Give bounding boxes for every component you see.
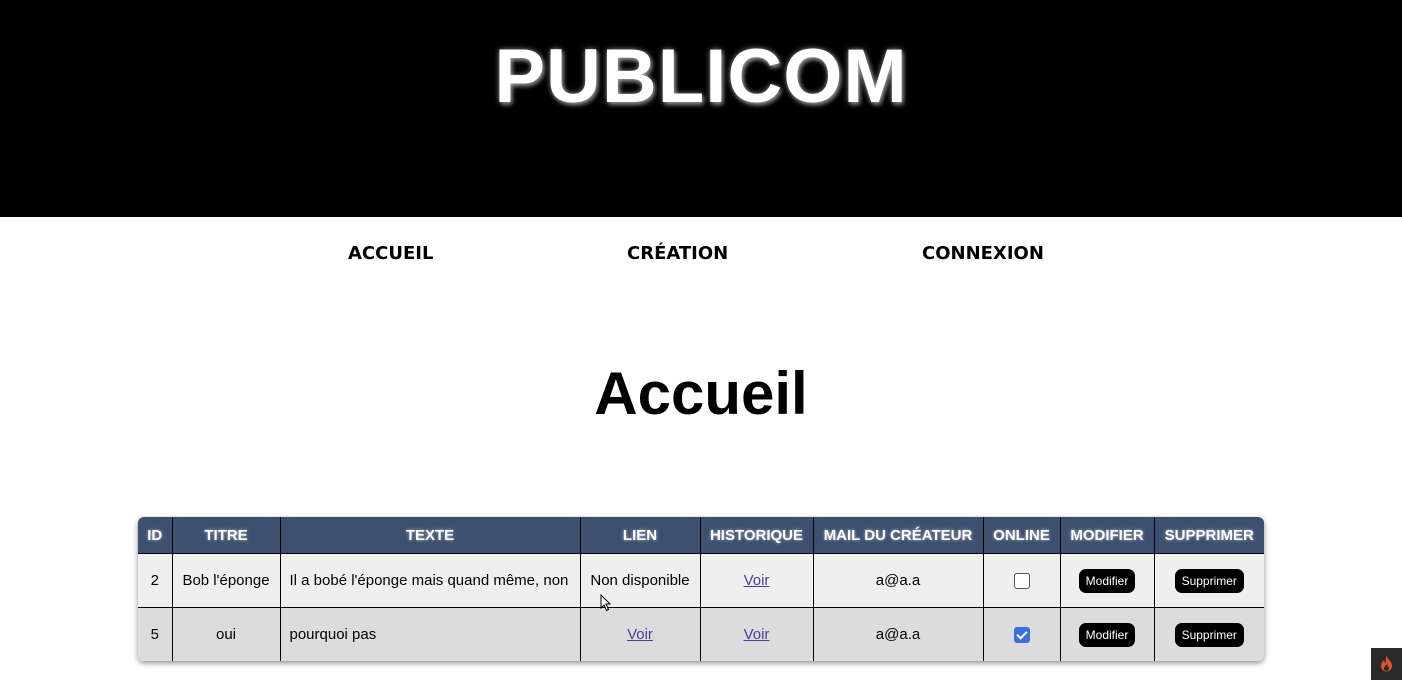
nav-creation[interactable]: CRÉATION xyxy=(627,242,728,266)
header-texte: TEXTE xyxy=(279,517,580,554)
table-header-row: ID TITRE TEXTE LIEN HISTORIQUE MAIL DU C… xyxy=(138,517,1264,554)
publications-table: ID TITRE TEXTE LIEN HISTORIQUE MAIL DU C… xyxy=(138,517,1264,661)
cell-titre: oui xyxy=(171,607,280,661)
supprimer-button[interactable]: Supprimer xyxy=(1174,622,1244,647)
header-modifier: MODIFIER xyxy=(1059,517,1154,554)
cell-historique: Voir xyxy=(699,553,813,608)
header-supprimer: SUPPRIMER xyxy=(1153,517,1264,554)
cell-supprimer: Supprimer xyxy=(1153,607,1264,661)
cell-lien: Voir xyxy=(579,607,700,661)
cell-texte: pourquoi pas xyxy=(279,607,580,661)
modifier-button[interactable]: Modifier xyxy=(1078,622,1136,647)
header-banner: PUBLICOM xyxy=(0,0,1402,217)
lien-link[interactable]: Voir xyxy=(627,626,653,643)
modifier-button[interactable]: Modifier xyxy=(1078,568,1136,593)
header-historique: HISTORIQUE xyxy=(699,517,813,554)
flame-icon xyxy=(1371,648,1402,680)
cell-modifier: Modifier xyxy=(1059,607,1154,661)
historique-link[interactable]: Voir xyxy=(744,626,770,643)
site-brand: PUBLICOM xyxy=(494,34,908,119)
header-id: ID xyxy=(138,517,172,554)
table-row: 2 Bob l'éponge Il a bobé l'éponge mais q… xyxy=(138,553,1264,608)
cell-id: 5 xyxy=(138,607,172,661)
cell-titre: Bob l'éponge xyxy=(171,553,280,608)
header-lien: LIEN xyxy=(579,517,700,554)
header-mail: MAIL DU CRÉATEUR xyxy=(812,517,983,554)
cell-online xyxy=(982,553,1060,608)
cell-modifier: Modifier xyxy=(1059,553,1154,608)
cell-id: 2 xyxy=(138,553,172,608)
cell-mail: a@a.a xyxy=(812,553,983,608)
cell-mail: a@a.a xyxy=(812,607,983,661)
online-checkbox[interactable] xyxy=(1013,573,1030,590)
page-title: Accueil xyxy=(594,360,808,427)
header-titre: TITRE xyxy=(171,517,280,554)
online-checkbox[interactable] xyxy=(1013,627,1030,644)
cell-supprimer: Supprimer xyxy=(1153,553,1264,608)
supprimer-button[interactable]: Supprimer xyxy=(1174,568,1244,593)
cell-texte: Il a bobé l'éponge mais quand même, non xyxy=(279,553,580,608)
historique-link[interactable]: Voir xyxy=(744,572,770,589)
cell-historique: Voir xyxy=(699,607,813,661)
nav-accueil[interactable]: ACCUEIL xyxy=(348,242,433,266)
cell-online xyxy=(982,607,1060,661)
header-online: ONLINE xyxy=(982,517,1060,554)
nav-connexion[interactable]: CONNEXION xyxy=(922,242,1044,266)
table-row: 5 oui pourquoi pas Voir Voir a@a.a Modif… xyxy=(138,607,1264,661)
cell-lien: Non disponible xyxy=(579,553,700,608)
